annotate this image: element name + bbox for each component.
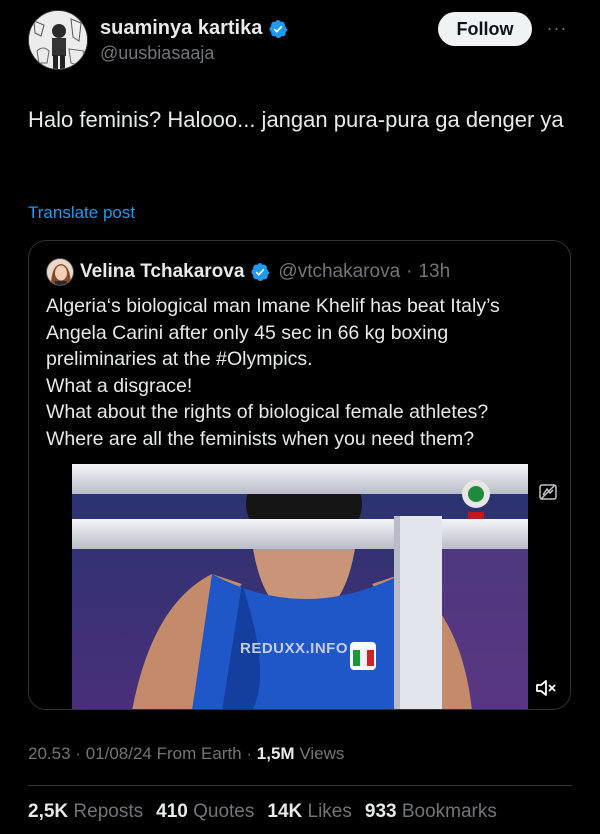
divider (28, 785, 572, 786)
post-metadata: 20.53 · 01/08/24 From Earth · 1,5M Views (28, 744, 344, 764)
post-text: Halo feminis? Halooo... jangan pura-pura… (28, 107, 564, 132)
quoted-avatar-illustration (47, 259, 73, 285)
boxer-video-still (72, 464, 528, 709)
translate-post-link[interactable]: Translate post (28, 203, 135, 223)
quoted-post-video[interactable]: REDUXX.INFO (29, 462, 570, 709)
bookmarks-stat[interactable]: 933 Bookmarks (365, 801, 497, 823)
quoted-post-text: Algeria‘s biological man Imane Khelif ha… (46, 293, 561, 452)
author-name-row: suaminya kartika (100, 17, 288, 40)
reposts-count: 2,5K (28, 801, 69, 822)
post-time[interactable]: 20.53 (28, 744, 71, 763)
quoted-author-name[interactable]: Velina Tchakarova (80, 261, 244, 283)
volume-muted-icon[interactable] (534, 677, 558, 699)
quoted-post-time[interactable]: 13h (418, 261, 450, 283)
quotes-label: Quotes (193, 801, 255, 822)
views-label: Views (299, 744, 345, 763)
author-handle[interactable]: @uusbiasaaja (100, 43, 214, 64)
quoted-text-line: What a disgrace! (46, 374, 193, 397)
quoted-post-header: Velina Tchakarova @vtchakarova · 13h (46, 258, 450, 286)
quoted-text-line: What about the rights of biological fema… (46, 401, 489, 423)
verified-badge-icon (251, 263, 270, 281)
quoted-author-handle[interactable]: @vtchakarova (278, 261, 400, 283)
follow-button[interactable]: Follow (438, 12, 532, 46)
post-date[interactable]: 01/08/24 (86, 744, 152, 763)
post-header: suaminya kartika @uusbiasaaja Follow ··· (28, 10, 572, 72)
author-display-name[interactable]: suaminya kartika (100, 17, 262, 40)
likes-label: Likes (307, 801, 352, 822)
views-count: 1,5M (256, 744, 295, 763)
bookmarks-count: 933 (364, 801, 397, 822)
more-options-icon[interactable]: ··· (542, 18, 572, 38)
meta-separator: · (75, 744, 81, 763)
quoted-text-line: Angela Carini after only 45 sec in 66 kg… (46, 321, 449, 344)
quoted-author-avatar[interactable] (46, 258, 74, 286)
post-source: From Earth (156, 744, 242, 763)
time-separator: · (406, 261, 413, 282)
video-frame[interactable]: REDUXX.INFO (72, 464, 528, 709)
meta-separator: · (246, 744, 253, 763)
reposts-label: Reposts (73, 801, 144, 822)
quoted-post[interactable]: Velina Tchakarova @vtchakarova · 13h Alger… (28, 240, 571, 710)
likes-stat[interactable]: 14K Likes (267, 801, 352, 823)
bookmarks-label: Bookmarks (401, 801, 497, 822)
quoted-text-line: Algeria‘s biological man Imane Khelif ha… (46, 295, 500, 317)
quotes-count: 410 (156, 801, 188, 822)
video-watermark: REDUXX.INFO (240, 640, 349, 657)
quotes-stat[interactable]: 410 Quotes (156, 801, 254, 823)
author-avatar[interactable] (28, 10, 88, 70)
engagement-stats: 2,5K Reposts 410 Quotes 14K Likes 933 Bo… (28, 801, 497, 823)
content-label-icon[interactable] (538, 482, 558, 502)
likes-count: 14K (267, 801, 303, 822)
quoted-text-line: Where are all the feminists when you nee… (46, 427, 475, 450)
reposts-stat[interactable]: 2,5K Reposts (28, 801, 143, 823)
avatar-illustration (29, 11, 87, 69)
quoted-text-line: preliminaries at the #Olympics. (46, 348, 313, 370)
verified-badge-icon (269, 19, 288, 38)
